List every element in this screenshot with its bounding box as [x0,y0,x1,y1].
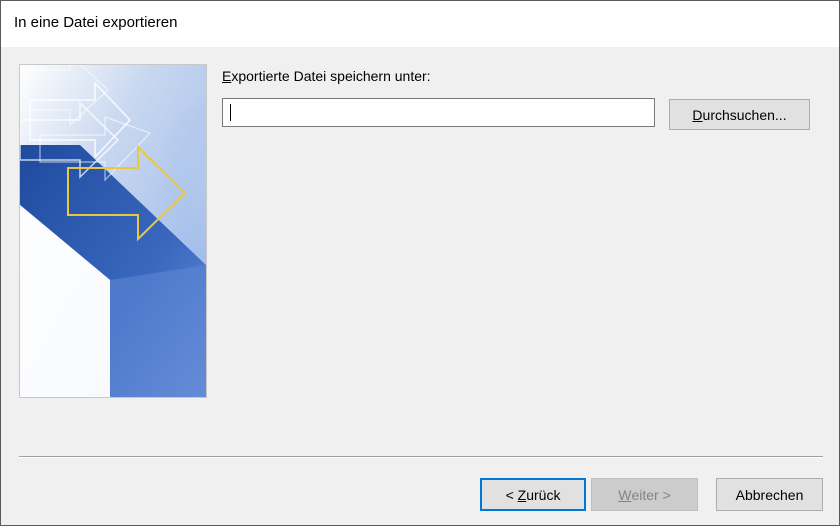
dialog-title: In eine Datei exportieren [14,14,178,31]
browse-button[interactable]: Durchsuchen... [669,99,810,130]
text-caret [230,104,231,121]
footer-separator [19,456,823,458]
next-button-mnemonic: W [618,486,632,503]
back-button[interactable]: < Zurück [480,478,586,511]
browse-button-mnemonic: D [692,106,703,123]
back-button-label: urück [526,486,561,503]
save-path-label-mnemonic: E [222,68,232,84]
cancel-button[interactable]: Abbrechen [716,478,823,511]
export-dialog: In eine Datei exportieren Exportierte Da… [0,0,840,526]
wizard-arrows-image [19,64,207,398]
back-button-prefix: < [505,486,518,503]
next-button-label: eiter > [631,486,671,503]
browse-button-label: urchsuchen... [702,106,787,123]
save-path-label-text: xportierte Datei speichern unter: [231,68,431,84]
save-path-input[interactable] [222,98,655,127]
next-button[interactable]: Weiter > [591,478,698,511]
save-path-label: Exportierte Datei speichern unter: [222,68,431,84]
title-bar[interactable]: In eine Datei exportieren [1,1,839,47]
back-button-mnemonic: Z [517,486,527,503]
